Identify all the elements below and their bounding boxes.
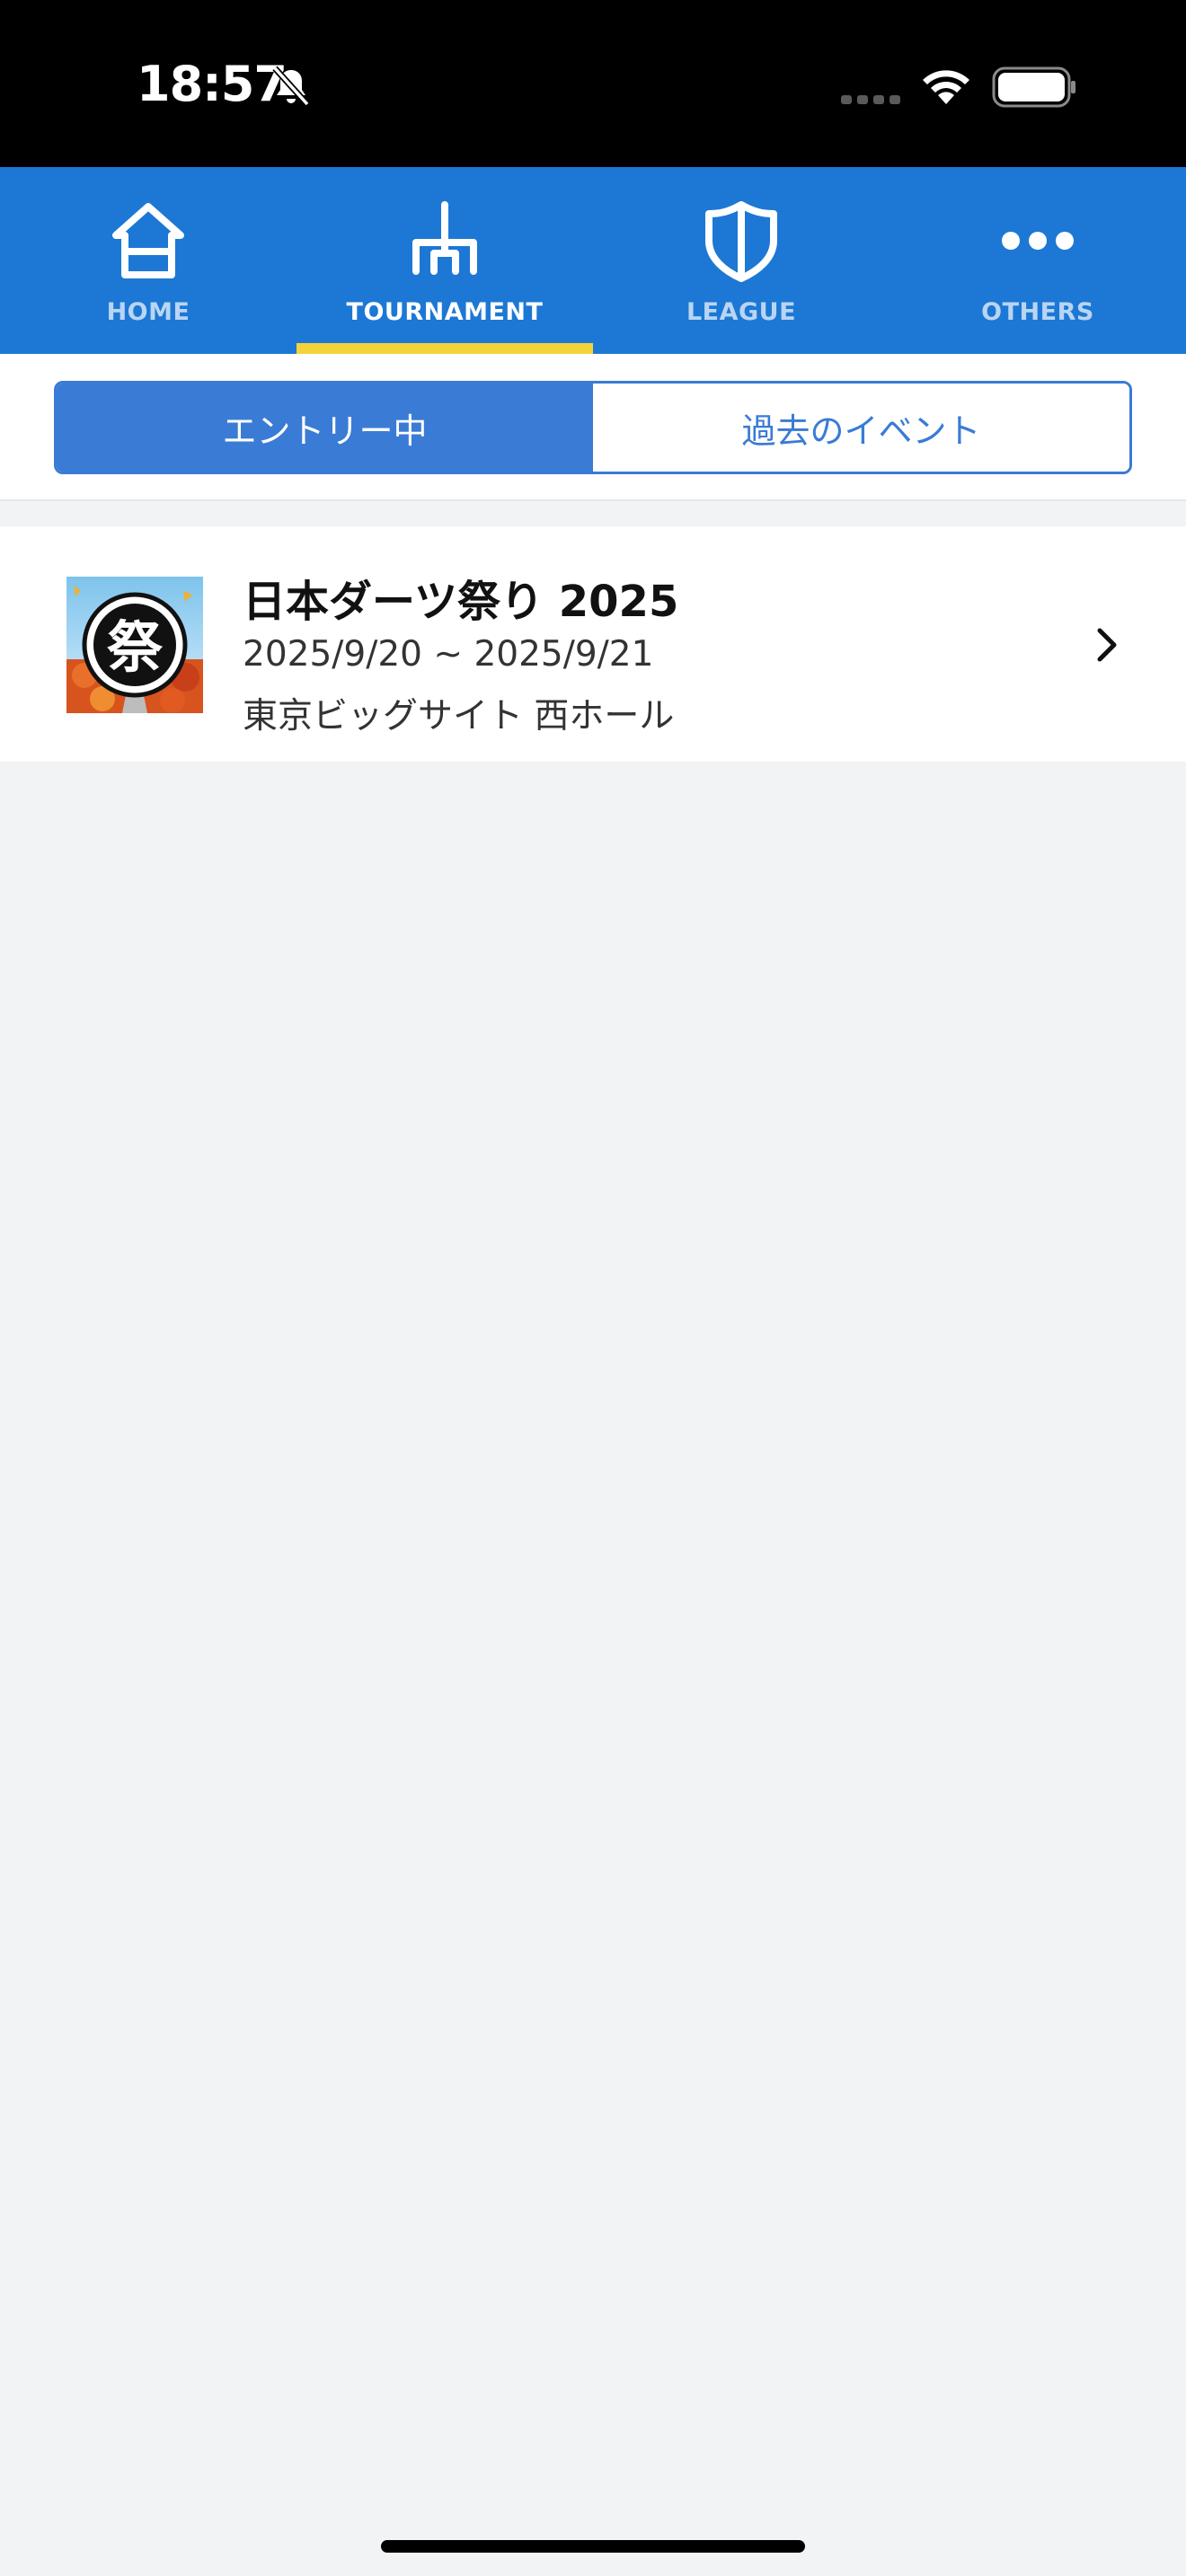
chevron-right-icon <box>1097 628 1117 662</box>
tab-bar: HOME TOURNAMENT LEAGUE OTHERS <box>0 167 1186 354</box>
event-title: 日本ダーツ祭り 2025 <box>243 577 679 627</box>
tab-league-label: LEAGUE <box>686 298 797 326</box>
status-time: 18:57 <box>137 56 288 112</box>
thumbnail-kanji: 祭 <box>107 614 164 680</box>
shield-icon <box>705 201 777 282</box>
segmented-control: エントリー中 過去のイベント <box>54 381 1132 474</box>
segment-area: エントリー中 過去のイベント <box>0 354 1186 501</box>
status-bar: 18:57 <box>0 0 1186 167</box>
home-indicator <box>381 2540 805 2553</box>
tab-others-label: OTHERS <box>981 298 1094 326</box>
segment-entry-open[interactable]: エントリー中 <box>57 384 593 472</box>
event-venue: 東京ビッグサイト 西ホール <box>243 696 675 737</box>
signal-icon <box>841 95 900 104</box>
bell-slash-icon <box>272 66 310 107</box>
tab-tournament-label: TOURNAMENT <box>346 298 544 326</box>
tab-home[interactable]: HOME <box>0 167 296 354</box>
event-thumbnail: 祭 <box>66 577 203 713</box>
tab-tournament[interactable]: TOURNAMENT <box>296 167 593 354</box>
home-icon <box>112 203 184 278</box>
bracket-icon <box>412 201 477 275</box>
more-dots-icon <box>1002 232 1074 250</box>
tab-league[interactable]: LEAGUE <box>593 167 890 354</box>
event-dates: 2025/9/20 ~ 2025/9/21 <box>243 634 654 675</box>
event-list-item[interactable]: 祭 日本ダーツ祭り 2025 2025/9/20 ~ 2025/9/21 東京ビ… <box>0 526 1186 762</box>
tab-home-label: HOME <box>106 298 190 326</box>
battery-icon <box>992 66 1075 108</box>
segment-past-events[interactable]: 過去のイベント <box>593 384 1129 472</box>
wifi-icon <box>923 70 969 104</box>
tab-others[interactable]: OTHERS <box>890 167 1186 354</box>
active-tab-indicator <box>296 343 593 354</box>
